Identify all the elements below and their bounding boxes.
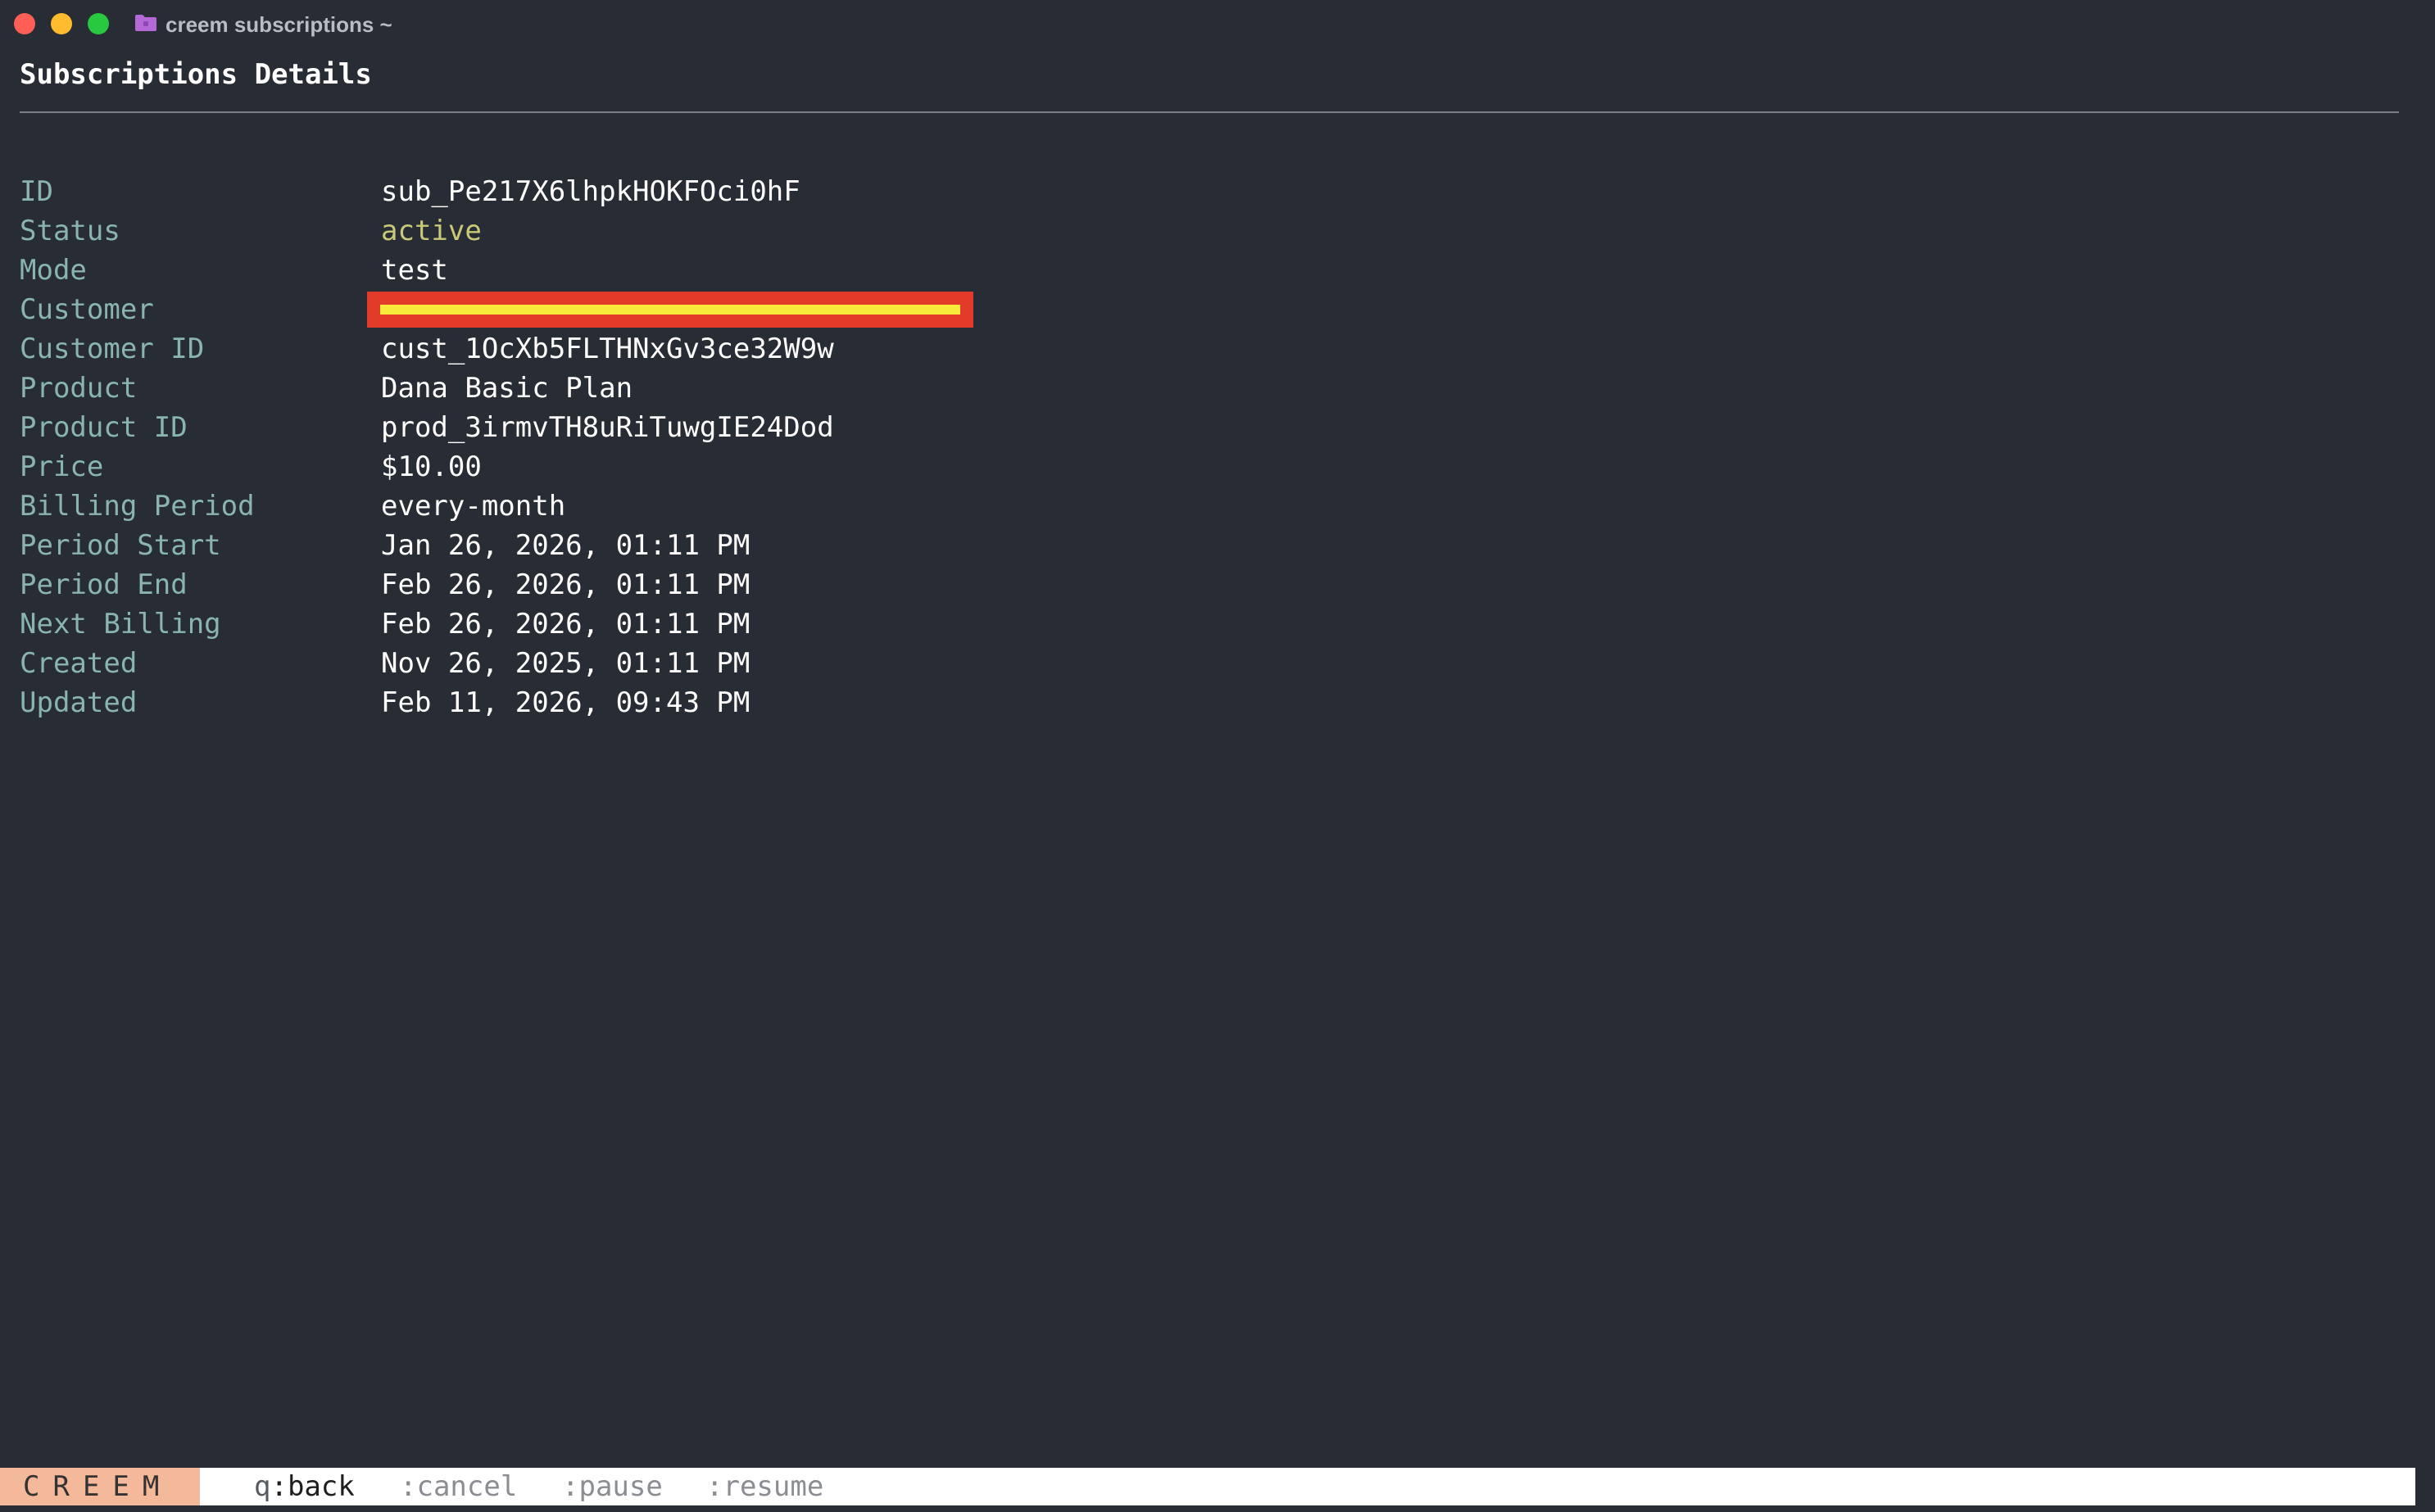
detail-row-customer-id: Customer ID cust_1OcXb5FLTHNxGv3ce32W9w — [20, 329, 1167, 369]
brand-badge: CREEM — [0, 1468, 200, 1505]
detail-label: Created — [20, 647, 138, 680]
detail-row-product: Product Dana Basic Plan — [20, 369, 1167, 408]
detail-row-period-end: Period End Feb 26, 2026, 01:11 PM — [20, 565, 1167, 604]
product-id-value: prod_3irmvTH8uRiTuwgIE24Dod — [381, 411, 834, 444]
folder-icon — [135, 15, 156, 31]
detail-row-period-start: Period Start Jan 26, 2026, 01:11 PM — [20, 526, 1167, 565]
detail-label: Billing Period — [20, 490, 255, 523]
close-window-button[interactable] — [14, 13, 35, 34]
subscription-id-value: sub_Pe217X6lhpkHOKFOci0hF — [381, 175, 800, 208]
detail-row-created: Created Nov 26, 2025, 01:11 PM — [20, 644, 1167, 683]
detail-row-updated: Updated Feb 11, 2026, 09:43 PM — [20, 683, 1167, 722]
detail-label: Period Start — [20, 529, 221, 562]
detail-row-next-billing: Next Billing Feb 26, 2026, 01:11 PM — [20, 604, 1167, 644]
updated-value: Feb 11, 2026, 09:43 PM — [381, 686, 750, 719]
window-title: creem subscriptions ~ — [166, 12, 392, 37]
detail-label: ID — [20, 175, 53, 208]
detail-row-id: ID sub_Pe217X6lhpkHOKFOci0hF — [20, 172, 1167, 211]
back-shortcut[interactable]: q:back — [254, 1468, 355, 1505]
customer-id-value: cust_1OcXb5FLTHNxGv3ce32W9w — [381, 333, 834, 365]
back-action: :back — [270, 1470, 355, 1503]
detail-label: Customer — [20, 293, 154, 326]
customer-redaction-bar — [367, 292, 973, 328]
status-bar: CREEM q:back :cancel :pause :resume — [0, 1468, 2415, 1505]
detail-label: Status — [20, 215, 120, 247]
price-value: $10.00 — [381, 450, 482, 483]
detail-label: Price — [20, 450, 104, 483]
redaction-highlight — [380, 305, 960, 315]
cancel-shortcut[interactable]: :cancel — [400, 1468, 517, 1505]
subscription-details: ID sub_Pe217X6lhpkHOKFOci0hF Status acti… — [20, 172, 1167, 722]
zoom-window-button[interactable] — [88, 13, 109, 34]
title-bar: creem subscriptions ~ — [0, 0, 2435, 49]
detail-label: Product ID — [20, 411, 188, 444]
detail-label: Product — [20, 372, 138, 405]
pause-shortcut[interactable]: :pause — [562, 1468, 663, 1505]
detail-row-status: Status active — [20, 211, 1167, 251]
created-value: Nov 26, 2025, 01:11 PM — [381, 647, 750, 680]
detail-label: Customer ID — [20, 333, 205, 365]
title-divider — [20, 111, 2399, 113]
period-end-value: Feb 26, 2026, 01:11 PM — [381, 568, 750, 601]
minimize-window-button[interactable] — [51, 13, 72, 34]
brand-label: CREEM — [23, 1470, 173, 1503]
detail-label: Next Billing — [20, 608, 221, 641]
product-value: Dana Basic Plan — [381, 372, 633, 405]
billing-period-value: every-month — [381, 490, 566, 523]
detail-label: Updated — [20, 686, 138, 719]
status-value: active — [381, 215, 482, 247]
mode-value: test — [381, 254, 448, 287]
terminal-window: creem subscriptions ~ Subscriptions Deta… — [0, 0, 2435, 1512]
page-title: Subscriptions Details — [20, 58, 372, 91]
period-start-value: Jan 26, 2026, 01:11 PM — [381, 529, 750, 562]
detail-row-mode: Mode test — [20, 251, 1167, 290]
detail-row-product-id: Product ID prod_3irmvTH8uRiTuwgIE24Dod — [20, 408, 1167, 447]
detail-label: Mode — [20, 254, 87, 287]
back-key: q — [254, 1470, 271, 1503]
detail-label: Period End — [20, 568, 188, 601]
next-billing-value: Feb 26, 2026, 01:11 PM — [381, 608, 750, 641]
detail-row-price: Price $10.00 — [20, 447, 1167, 487]
resume-shortcut[interactable]: :resume — [706, 1468, 823, 1505]
detail-row-billing-period: Billing Period every-month — [20, 487, 1167, 526]
